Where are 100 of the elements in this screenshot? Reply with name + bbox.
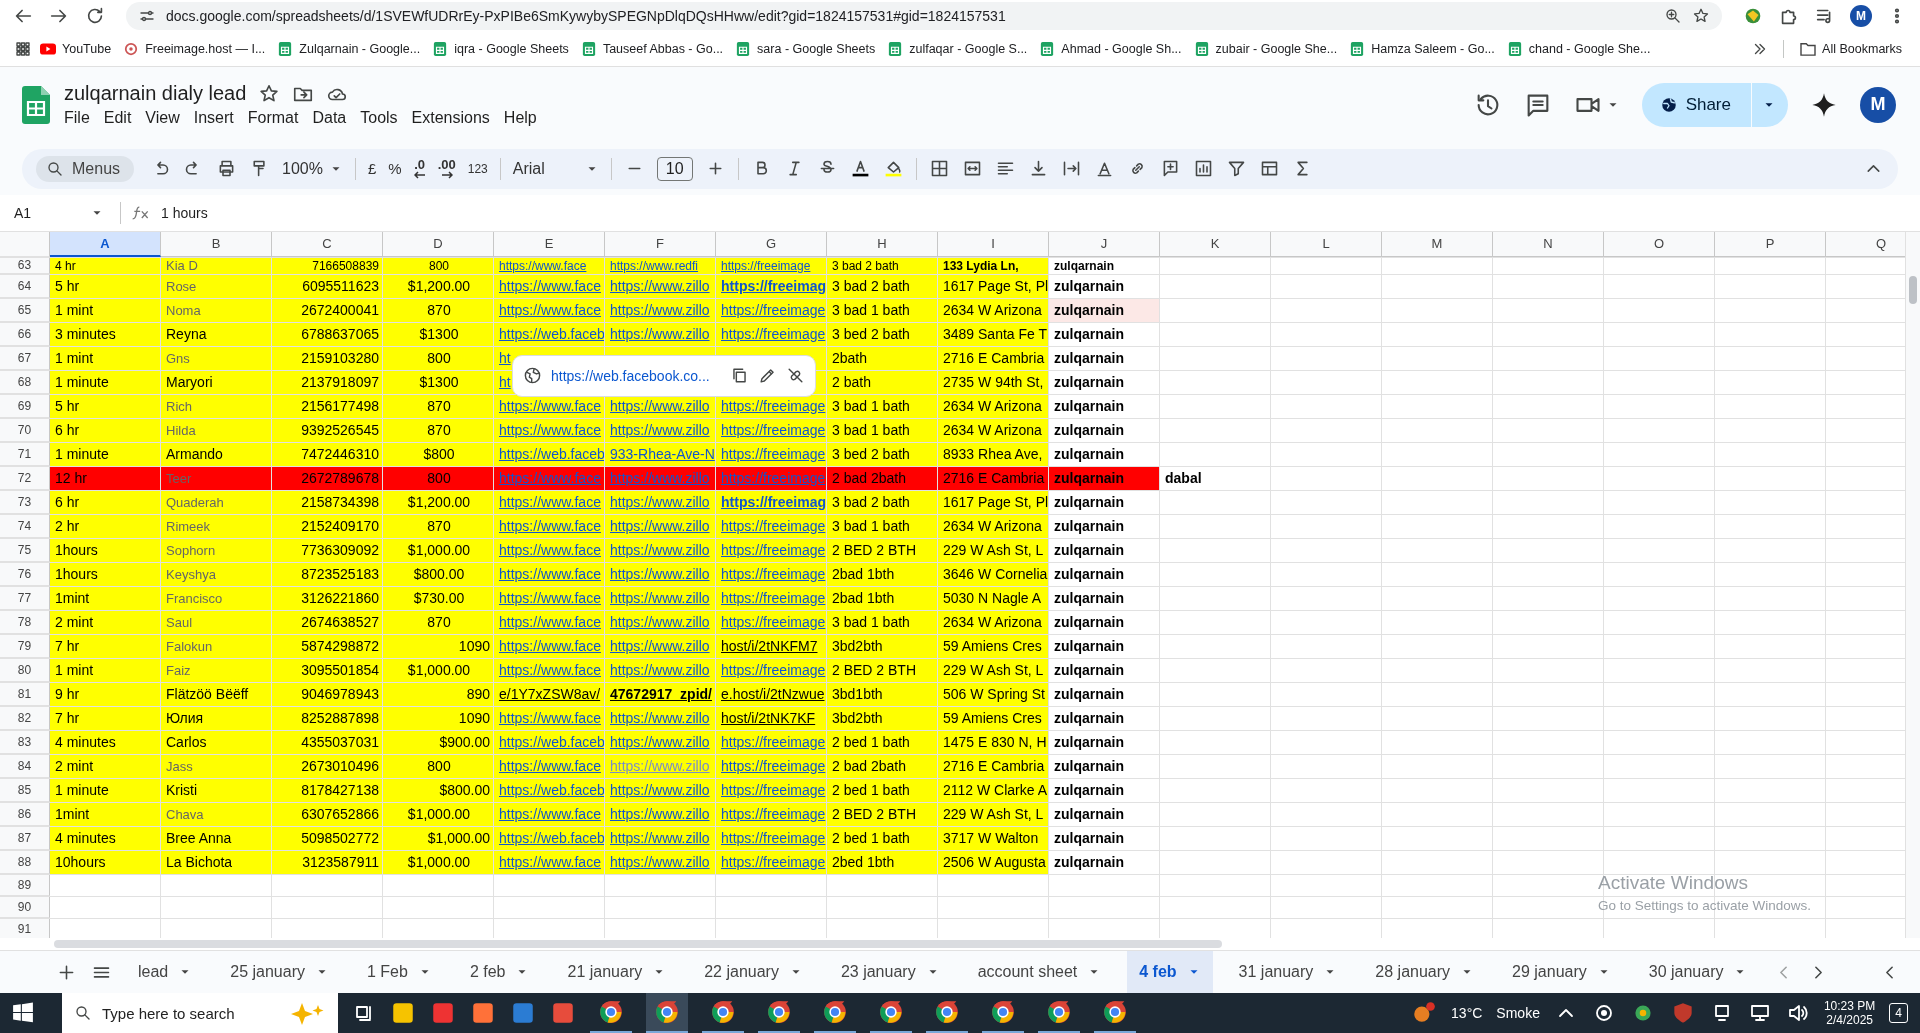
sheet-tab[interactable]: 22 january xyxy=(692,951,815,993)
formula-field[interactable]: 1 hours xyxy=(161,204,208,221)
column-header[interactable]: A xyxy=(50,231,161,257)
column-header[interactable]: Q xyxy=(1826,231,1905,257)
bookmark[interactable]: Hamza Saleem - Go... xyxy=(1347,41,1497,56)
menu-item[interactable]: Edit xyxy=(96,109,139,128)
column-header[interactable]: N xyxy=(1493,231,1604,257)
sheet-tab[interactable]: 23 january xyxy=(828,951,952,993)
row-number[interactable]: 70 xyxy=(0,418,50,442)
sheet-tab[interactable]: 30 january xyxy=(1636,951,1760,993)
spreadsheet-icon[interactable] xyxy=(1349,41,1366,56)
left-arrow-icon[interactable] xyxy=(413,171,426,180)
column-header[interactable]: B xyxy=(161,231,272,257)
row-number[interactable]: 79 xyxy=(0,634,50,658)
row-number[interactable]: 91 xyxy=(0,918,50,939)
row-number[interactable]: 78 xyxy=(0,610,50,634)
sheet-tab[interactable]: account sheet xyxy=(965,951,1114,993)
row-number[interactable]: 68 xyxy=(0,370,50,394)
sheet-tab[interactable]: 28 january xyxy=(1363,951,1487,993)
search-icon[interactable] xyxy=(74,1004,92,1022)
bookmark[interactable]: iqra - Google Sheets xyxy=(430,41,571,56)
row-number[interactable]: 77 xyxy=(0,586,50,610)
copy-icon[interactable] xyxy=(730,366,749,386)
sheet-tab[interactable]: 31 january xyxy=(1226,951,1350,993)
row-number[interactable]: 65 xyxy=(0,298,50,322)
windows-start-icon[interactable] xyxy=(12,1002,34,1024)
row-number[interactable]: 66 xyxy=(0,322,50,346)
spreadsheet-icon[interactable] xyxy=(277,41,294,56)
row-number[interactable]: 73 xyxy=(0,490,50,514)
row-number[interactable]: 71 xyxy=(0,442,50,466)
account-avatar[interactable]: M xyxy=(1860,86,1896,123)
spreadsheet-icon[interactable] xyxy=(1506,41,1523,56)
sheets-logo-icon[interactable] xyxy=(22,85,50,124)
row-number[interactable]: 63 xyxy=(0,257,50,274)
bookmark[interactable]: Ahmad - Google Sh... xyxy=(1037,41,1184,56)
sheet-tab[interactable]: lead xyxy=(126,951,205,993)
menu-item[interactable]: Tools xyxy=(353,109,405,128)
column-header[interactable]: P xyxy=(1715,231,1826,257)
column-header[interactable]: M xyxy=(1382,231,1493,257)
spreadsheet-icon[interactable] xyxy=(735,41,752,56)
spreadsheet-icon[interactable] xyxy=(580,41,597,56)
column-header[interactable]: D xyxy=(383,231,494,257)
column-header[interactable]: F xyxy=(605,231,716,257)
bookmark[interactable]: zubair - Google She... xyxy=(1191,41,1340,56)
row-number[interactable]: 82 xyxy=(0,706,50,730)
column-header[interactable]: E xyxy=(494,231,605,257)
bookmark[interactable]: Zulqarnain - Google... xyxy=(275,41,423,56)
spreadsheet-icon[interactable] xyxy=(1193,41,1210,56)
taskbar-search-field[interactable]: Type here to search xyxy=(62,993,338,1033)
column-header[interactable]: I xyxy=(938,231,1049,257)
bookmark-star-icon[interactable] xyxy=(1692,6,1710,25)
notification-badge[interactable]: 4 xyxy=(1889,1003,1908,1023)
menu-item[interactable]: Format xyxy=(240,109,306,128)
clock-time[interactable]: 10:23 PM xyxy=(1823,999,1876,1013)
bookmark[interactable]: chand - Google She... xyxy=(1504,41,1653,56)
row-number[interactable]: 81 xyxy=(0,682,50,706)
column-header[interactable]: L xyxy=(1271,231,1382,257)
spreadsheet-icon[interactable] xyxy=(1039,41,1056,56)
apps-grid-icon[interactable] xyxy=(14,39,32,58)
sheet-tab[interactable]: 4 feb xyxy=(1127,951,1213,993)
bookmark[interactable]: Freeimage.host — I... xyxy=(121,41,268,56)
bookmark[interactable]: YouTube xyxy=(38,41,114,56)
bookmark[interactable]: Tauseef Abbas - Go... xyxy=(578,41,726,56)
font-size-field[interactable]: 10 xyxy=(656,156,693,181)
number-format-button[interactable]: 123 xyxy=(467,162,488,175)
search-icon[interactable] xyxy=(46,159,64,178)
column-header[interactable]: C xyxy=(272,231,383,257)
sheet-tab[interactable]: 29 january xyxy=(1500,951,1623,993)
row-number[interactable]: 83 xyxy=(0,730,50,754)
menu-item[interactable]: Help xyxy=(496,109,544,128)
row-number[interactable]: 86 xyxy=(0,802,50,826)
clock-date[interactable]: 2/4/2025 xyxy=(1826,1013,1873,1027)
app-icon[interactable] xyxy=(470,1000,496,1026)
increase-decimal-button[interactable]: .00 xyxy=(437,158,456,180)
share-button[interactable]: Share xyxy=(1641,82,1751,127)
bookmark[interactable]: zulfaqar - Google S... xyxy=(885,41,1030,56)
column-header[interactable]: H xyxy=(827,231,938,257)
menu-item[interactable]: View xyxy=(138,109,187,128)
folder-icon[interactable] xyxy=(1800,41,1817,56)
row-number[interactable]: 74 xyxy=(0,514,50,538)
zoom-dropdown[interactable]: 100% xyxy=(282,159,343,178)
column-header[interactable]: K xyxy=(1160,231,1271,257)
weather-text[interactable]: Smoke xyxy=(1496,1005,1540,1021)
percent-button[interactable]: % xyxy=(388,161,402,177)
row-number[interactable]: 76 xyxy=(0,562,50,586)
document-title[interactable]: zulqarnain dialy lead xyxy=(64,82,247,106)
app-icon[interactable] xyxy=(390,1000,416,1026)
temperature[interactable]: 13°C xyxy=(1451,1005,1483,1021)
spreadsheet-icon[interactable] xyxy=(432,41,449,56)
bookmark[interactable]: sara - Google Sheets xyxy=(733,41,878,56)
row-number[interactable]: 85 xyxy=(0,778,50,802)
column-header[interactable]: O xyxy=(1604,231,1715,257)
font-dropdown[interactable]: Arial xyxy=(512,159,599,178)
address-bar[interactable]: docs.google.com/spreadsheets/d/1SVEWfUDRrEy-PxPIBe6SmKywybySPEGNpDlqDQsHHww/edit?gid=1824157531#gid=1824157531 xyxy=(126,1,1722,30)
decrease-decimal-button[interactable]: .0 xyxy=(413,158,426,180)
right-arrow-icon[interactable] xyxy=(440,171,453,180)
sheet-tab[interactable]: 2 feb xyxy=(457,951,542,993)
menu-item[interactable]: Data xyxy=(305,109,354,128)
profile-avatar[interactable]: M xyxy=(1850,4,1872,27)
row-number[interactable]: 87 xyxy=(0,826,50,850)
